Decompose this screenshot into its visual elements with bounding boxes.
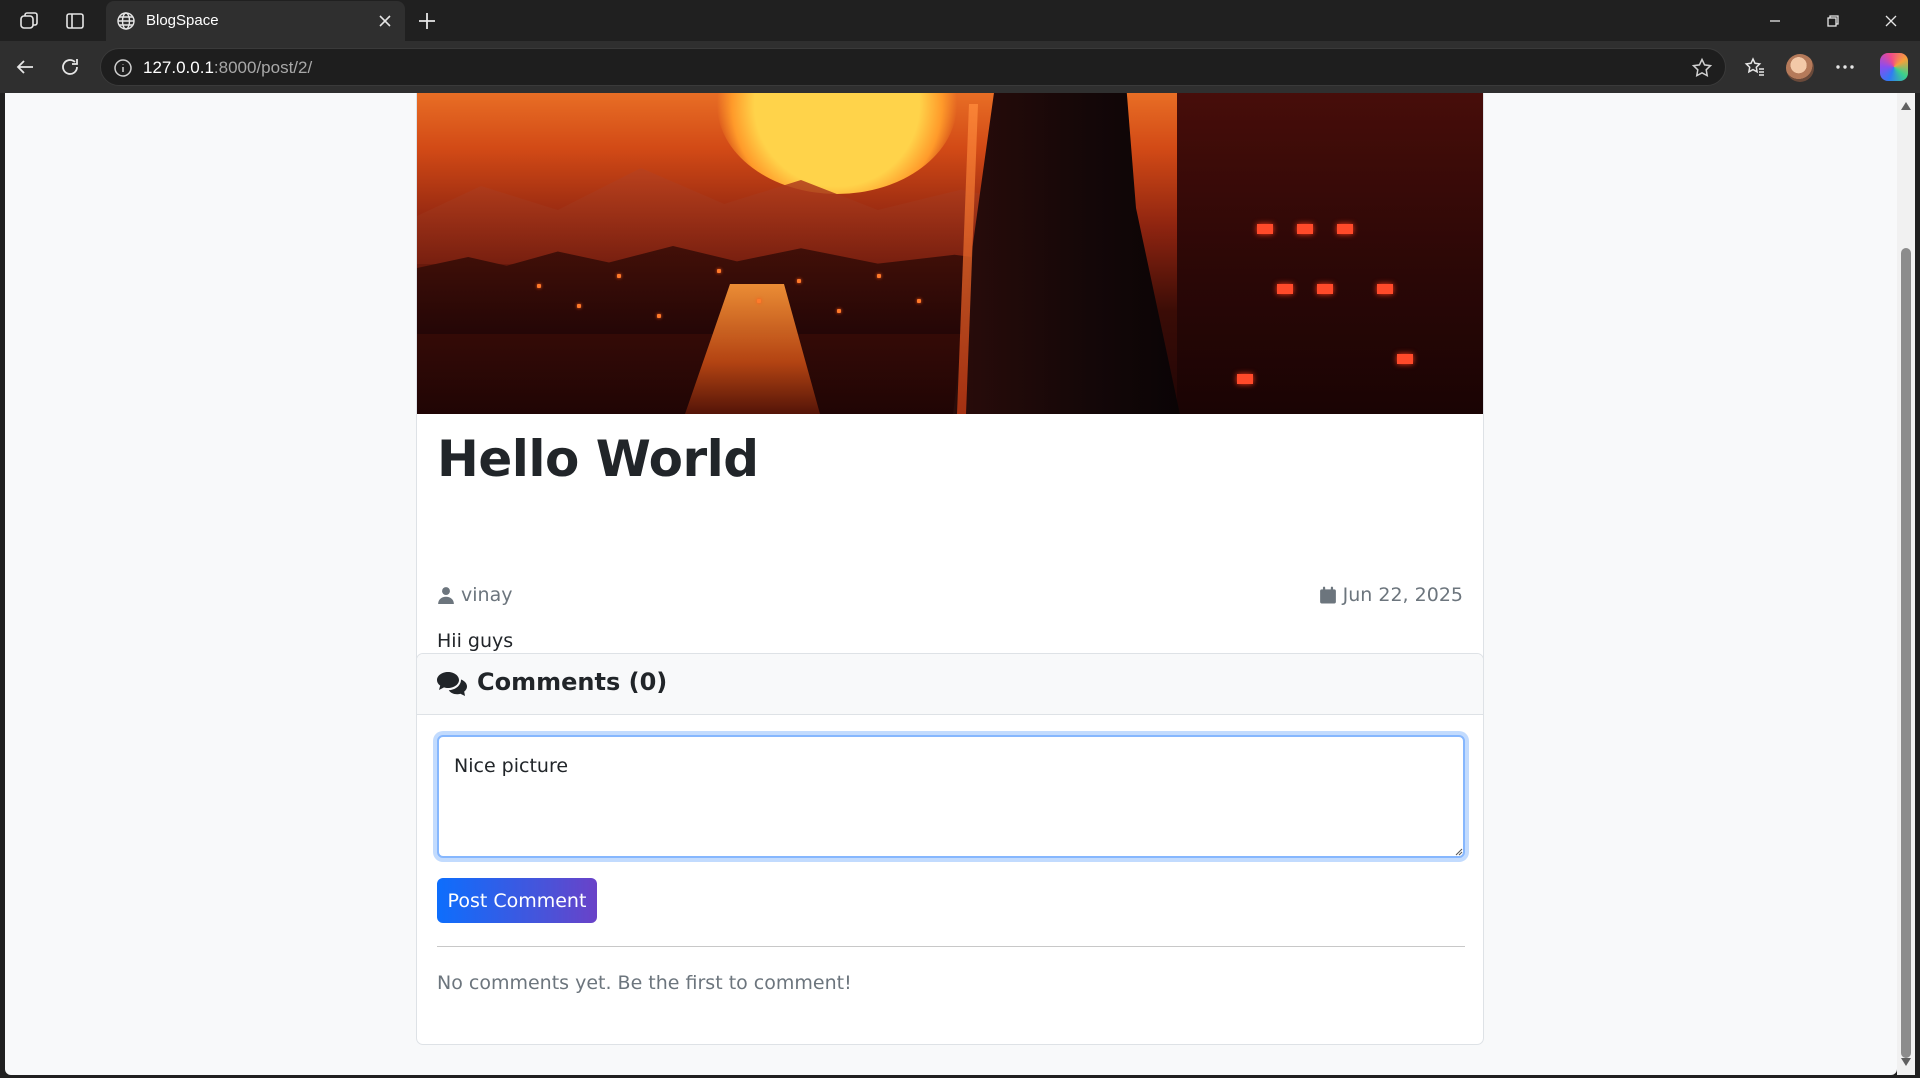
- post-author: vinay: [437, 584, 512, 606]
- copilot-icon[interactable]: [1880, 53, 1908, 81]
- comments-header: Comments (0): [417, 654, 1483, 715]
- post-body: Hii guys: [437, 630, 514, 652]
- workspaces-icon[interactable]: [16, 8, 42, 34]
- comment-textarea[interactable]: [437, 735, 1465, 858]
- minimize-icon[interactable]: [1760, 8, 1790, 34]
- profile-avatar[interactable]: [1786, 54, 1814, 82]
- back-icon[interactable]: [10, 52, 40, 82]
- post-image: [417, 93, 1483, 414]
- favorites-icon[interactable]: [1740, 52, 1770, 82]
- author-name: vinay: [461, 584, 513, 606]
- close-tab-icon[interactable]: [375, 11, 395, 31]
- url-text[interactable]: 127.0.0.1:8000/post/2/: [143, 58, 312, 78]
- post-card: Hello World vinay Jun 22, 2025 Hii guys: [416, 93, 1484, 721]
- divider: [437, 946, 1465, 947]
- page-viewport: Hello World vinay Jun 22, 2025 Hii guys …: [5, 93, 1897, 1075]
- vertical-tabs-icon[interactable]: [62, 8, 88, 34]
- page-scrollbar[interactable]: [1897, 93, 1915, 1075]
- close-window-icon[interactable]: [1876, 8, 1906, 34]
- browser-toolbar: 127.0.0.1:8000/post/2/: [0, 41, 1920, 93]
- comments-icon: [437, 672, 467, 696]
- site-info-icon[interactable]: [113, 58, 133, 78]
- more-menu-icon[interactable]: [1830, 52, 1860, 82]
- restore-icon[interactable]: [1818, 8, 1848, 34]
- calendar-icon: [1319, 586, 1336, 604]
- favorite-star-icon[interactable]: [1691, 57, 1713, 79]
- post-comment-button[interactable]: Post Comment: [437, 878, 597, 923]
- comments-card: Comments (0) Post Comment No comments ye…: [416, 653, 1484, 1045]
- scrollbar-thumb[interactable]: [1901, 248, 1911, 1058]
- tab-title: BlogSpace: [146, 12, 219, 29]
- comments-title: Comments (0): [477, 668, 668, 696]
- scroll-up-arrow-icon[interactable]: [1900, 101, 1912, 111]
- resize-grip-icon[interactable]: [1453, 846, 1463, 856]
- scroll-down-arrow-icon[interactable]: [1900, 1057, 1912, 1067]
- user-icon: [438, 587, 454, 604]
- tab-blogspace[interactable]: BlogSpace: [106, 1, 405, 41]
- no-comments-message: No comments yet. Be the first to comment…: [437, 972, 852, 994]
- date-text: Jun 22, 2025: [1342, 584, 1463, 606]
- globe-icon: [117, 12, 135, 30]
- post-date: Jun 22, 2025: [1319, 584, 1463, 606]
- refresh-icon[interactable]: [55, 52, 85, 82]
- browser-tab-bar: BlogSpace: [0, 0, 1920, 41]
- new-tab-icon[interactable]: [414, 8, 440, 34]
- post-title: Hello World: [437, 430, 759, 488]
- address-bar[interactable]: 127.0.0.1:8000/post/2/: [100, 48, 1726, 86]
